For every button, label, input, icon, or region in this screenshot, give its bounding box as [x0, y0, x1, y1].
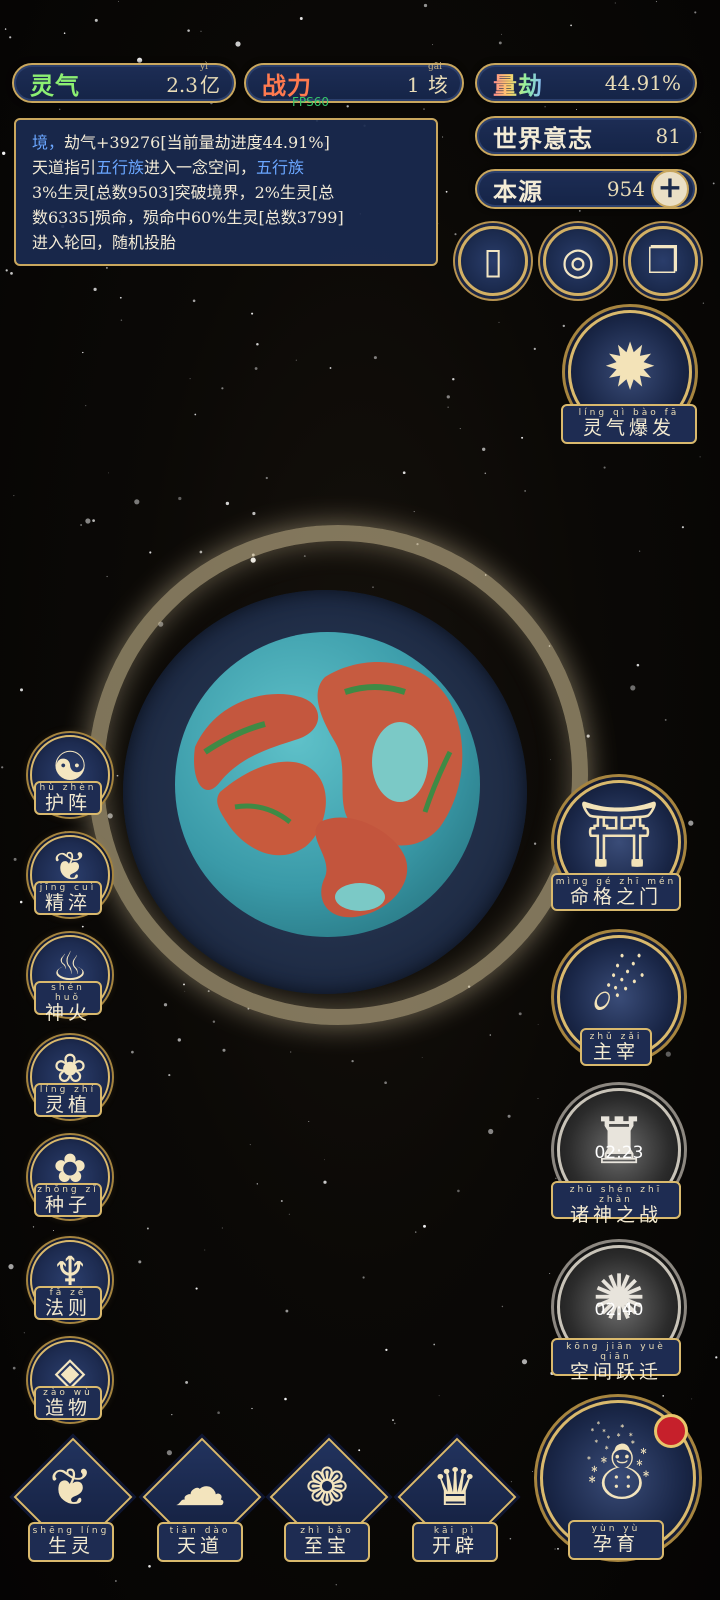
skill-zhuzai-label: zhǔ zǎi 主宰: [580, 1028, 652, 1066]
skill-shenhuo-label: shén huǒ 神火: [34, 981, 102, 1023]
mingge-icon: ⛩: [578, 798, 660, 872]
skill-huzhen-label: hù zhèn 护阵: [34, 781, 102, 815]
yunyu-label: yùn yù 孕育: [568, 1520, 664, 1560]
lingqi-label: 灵气: [30, 70, 80, 100]
nav-tiandao-label: tiān dào 天道: [157, 1522, 243, 1562]
log-line: 天道指引五行族进入一念空间，五行族: [32, 158, 305, 177]
nav-zhibao-label: zhì bǎo 至宝: [284, 1522, 370, 1562]
zhuzai-icon: ☄: [590, 952, 648, 1026]
burst-icon: ✹: [603, 331, 657, 405]
card-icon: ▯: [483, 240, 503, 282]
vortex-button[interactable]: ◎: [543, 226, 613, 296]
skill-lingzhi-label: líng zhí 灵植: [34, 1083, 102, 1117]
zhushen-icon: ♜: [590, 1105, 648, 1179]
tiandao-icon: ☁: [174, 1458, 226, 1518]
scroll-icon: ❐: [646, 240, 680, 282]
skill-zhushen-label: zhū shén zhī zhàn 诸神之战: [551, 1181, 681, 1225]
skill-mingge-label: mìng gé zhī mén 命格之门: [551, 873, 681, 911]
zhanli-stat: 战力 1 gāi 垓: [244, 61, 464, 103]
kaipi-icon: ♛: [431, 1458, 479, 1518]
event-log: 境，劫气+39276[当前量劫进度44.91%] 天道指引五行族进入一念空间，五行…: [14, 118, 438, 266]
zhibao-icon: ❁: [305, 1458, 349, 1518]
planet-continents: [194, 662, 463, 918]
log-line: 3%生灵[总数9503]突破境界，2%生灵[总: [32, 183, 335, 202]
planet[interactable]: [175, 632, 480, 937]
kongjian-icon: ✺: [592, 1262, 646, 1336]
skill-kongjian-label: kōng jiān yuè qiān 空间跃迁: [551, 1338, 681, 1382]
shijie-yizhi-value: 81: [655, 124, 681, 148]
vortex-icon: ◎: [561, 239, 595, 283]
zhushen-cooldown-timer: 02:23: [594, 1143, 644, 1163]
fps-counter: FPS60: [292, 95, 330, 109]
add-benyuan-button[interactable]: +: [651, 170, 689, 208]
liangjie-value: 44.91%: [604, 71, 681, 95]
scroll-button[interactable]: ❐: [628, 226, 698, 296]
shijie-yizhi-label: 世界意志: [493, 123, 593, 153]
lingqi-value: 2.3 yì 亿: [166, 61, 220, 97]
skill-faze-label: fǎ zé 法则: [34, 1286, 102, 1320]
nav-kaipi-label: kāi pì 开辟: [412, 1522, 498, 1562]
liangjie-label: 量劫: [493, 66, 543, 101]
lingqi-baofa-label: líng qì bào fā 灵气爆发: [561, 404, 697, 444]
liangjie-stat: 量劫 44.91%: [475, 63, 697, 103]
benyuan-value: 954: [606, 177, 645, 201]
card-button[interactable]: ▯: [458, 226, 528, 296]
notification-dot: [654, 1414, 688, 1448]
shijie-yizhi-stat[interactable]: 世界意志 81: [475, 116, 697, 156]
lingqi-stat: 灵气 2.3 yì 亿: [12, 61, 236, 103]
log-line: 数6335]殒命，殒命中60%生灵[总数3799]: [32, 208, 344, 227]
log-line: 境，劫气+39276[当前量劫进度44.91%]: [32, 133, 330, 152]
log-line: 进入轮回，随机投胎: [32, 233, 177, 252]
skill-jingcui-label: jīng cuì 精淬: [34, 881, 102, 915]
benyuan-stat: 本源 954 +: [475, 169, 697, 209]
skill-zaowu-label: zào wù 造物: [34, 1386, 102, 1420]
benyuan-label: 本源: [493, 176, 543, 206]
nav-shengling-label: shēng líng 生灵: [28, 1522, 114, 1562]
shengling-icon: ❦: [49, 1458, 93, 1518]
kongjian-cooldown-timer: 02:40: [594, 1300, 644, 1320]
skill-zhongzi-label: zhǒng zǐ 种子: [34, 1183, 102, 1217]
zhanli-value: 1 gāi 垓: [406, 61, 448, 97]
